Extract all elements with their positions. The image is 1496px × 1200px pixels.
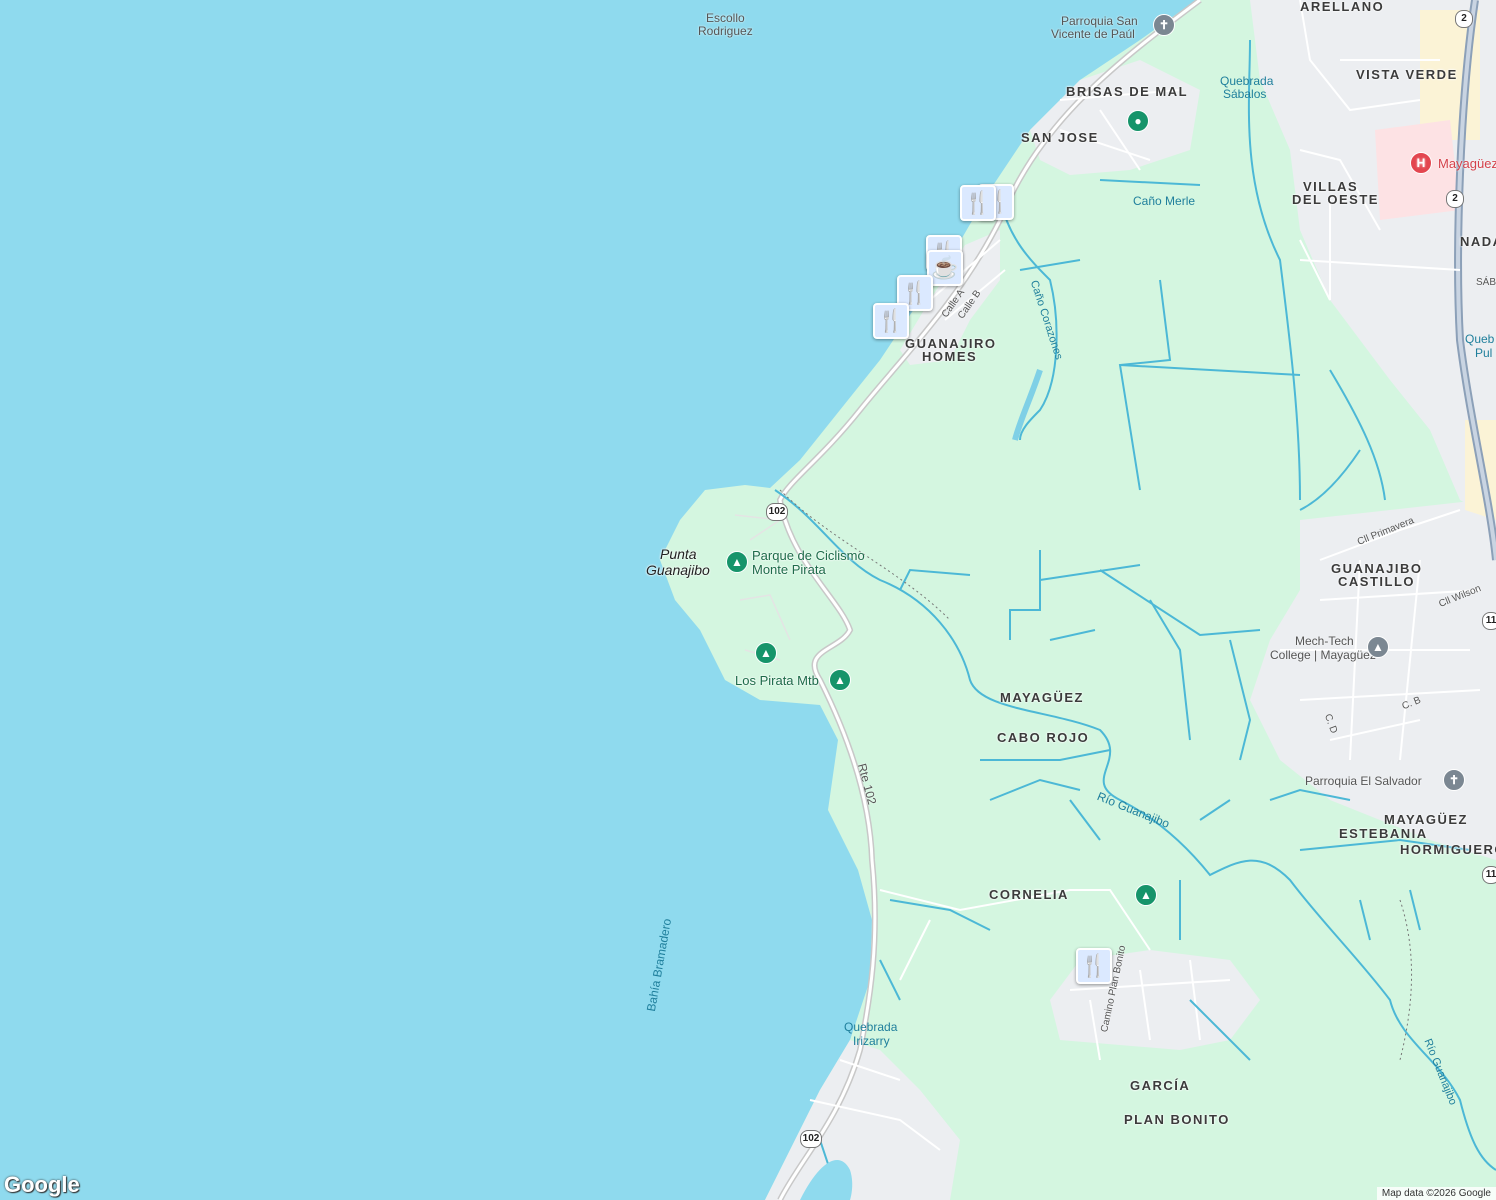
water-label-quebrada-sabalos-1: Quebrada [1220,74,1274,88]
poi-label-parroquia-san[interactable]: Parroquia San [1061,14,1138,28]
poi-label-escollo[interactable]: Escollo [706,11,745,25]
neighborhood-label-vista-verde: VISTA VERDE [1356,67,1458,82]
church-icon[interactable]: ✝ [1443,769,1465,791]
water-label-quebrada-sabalos-2: Sábalos [1223,87,1267,101]
route-shield-2-mid: 2 [1446,190,1464,208]
water-label-quebrada-irizarry-1: Quebrada [844,1020,898,1034]
google-logo: Google [4,1172,80,1197]
restaurant-icon[interactable]: 🍴 [960,185,996,221]
neighborhood-label-mayaguez-estebania: MAYAGÜEZ [1384,812,1469,827]
region-label-mayaguez: MAYAGÜEZ [1000,690,1085,705]
map-base-layer [0,0,1496,1200]
restaurant-icon[interactable]: 🍴 [1076,948,1112,984]
restaurant-icon[interactable]: 🍴 [873,303,909,339]
route-shield-2-north: 2 [1455,10,1473,28]
neighborhood-label-castillo: CASTILLO [1338,574,1415,589]
route-shield-11-a: 11 [1482,612,1496,630]
neighborhood-label-garcia: GARCÍA [1130,1078,1191,1093]
neighborhood-label-homes: HOMES [922,349,978,364]
neighborhood-label-arellano: ARELLANO [1300,0,1385,14]
street-label-sab: SÁB [1476,277,1496,288]
neighborhood-label-estebania: ESTEBANIA [1339,826,1428,841]
neighborhood-label-cornelia: CORNELIA [989,887,1069,902]
poi-label-mech-tech[interactable]: Mech-Tech [1295,634,1354,648]
neighborhood-label-plan-bonito: PLAN BONITO [1124,1112,1230,1127]
neighborhood-label-brisas-de-mal: BRISAS DE MAL [1066,84,1189,99]
park-icon[interactable]: ● [1127,110,1149,132]
park-icon[interactable]: ▲ [1135,884,1157,906]
route-shield-11-b: 11 [1482,866,1496,884]
poi-label-parque-ciclismo[interactable]: Parque de Ciclismo [752,549,865,563]
park-icon[interactable]: ▲ [726,551,748,573]
park-icon[interactable]: ▲ [755,642,777,664]
poi-label-vicente-de-paul[interactable]: Vicente de Paúl [1051,27,1135,41]
water-label-cano-merle: Caño Merle [1133,194,1196,208]
place-label-punta: Punta [660,546,697,562]
poi-label-monte-pirata[interactable]: Monte Pirata [752,563,826,577]
poi-label-college-mayaguez[interactable]: College | Mayagüez [1270,648,1376,662]
park-icon[interactable]: ▲ [829,669,851,691]
map-view[interactable]: ARELLANO VISTA VERDE BRISAS DE MAL SAN J… [0,0,1496,1200]
neighborhood-label-san-jose: SAN JOSE [1021,130,1099,145]
water-label-quebrada-pul-1: Queb [1465,332,1495,346]
church-icon[interactable]: ✝ [1153,14,1175,36]
route-shield-102-south: 102 [800,1130,822,1148]
region-label-cabo-rojo: CABO ROJO [997,730,1090,745]
school-icon[interactable]: ▲ [1367,636,1389,658]
route-shield-102-north: 102 [766,503,788,521]
poi-label-rodriguez[interactable]: Rodriguez [698,24,753,38]
hospital-icon[interactable]: H [1410,152,1432,174]
neighborhood-label-hormigueros: HORMIGUEROS [1400,842,1496,857]
poi-label-parroquia-el-salvador[interactable]: Parroquia El Salvador [1305,774,1422,788]
neighborhood-label-nada: NADA [1460,234,1496,249]
place-label-guanajibo: Guanajibo [646,562,710,578]
neighborhood-label-del-oeste: DEL OESTE [1292,192,1379,207]
poi-label-los-pirata-mtb[interactable]: Los Pirata Mtb [735,674,819,688]
water-label-quebrada-irizarry-2: Irizarry [853,1034,890,1048]
poi-label-hospital-mayaguez[interactable]: Mayagüez [1438,157,1496,171]
water-label-quebrada-pul-2: Pul [1475,346,1493,360]
map-attribution[interactable]: Map data ©2026 Google [1376,1187,1496,1200]
